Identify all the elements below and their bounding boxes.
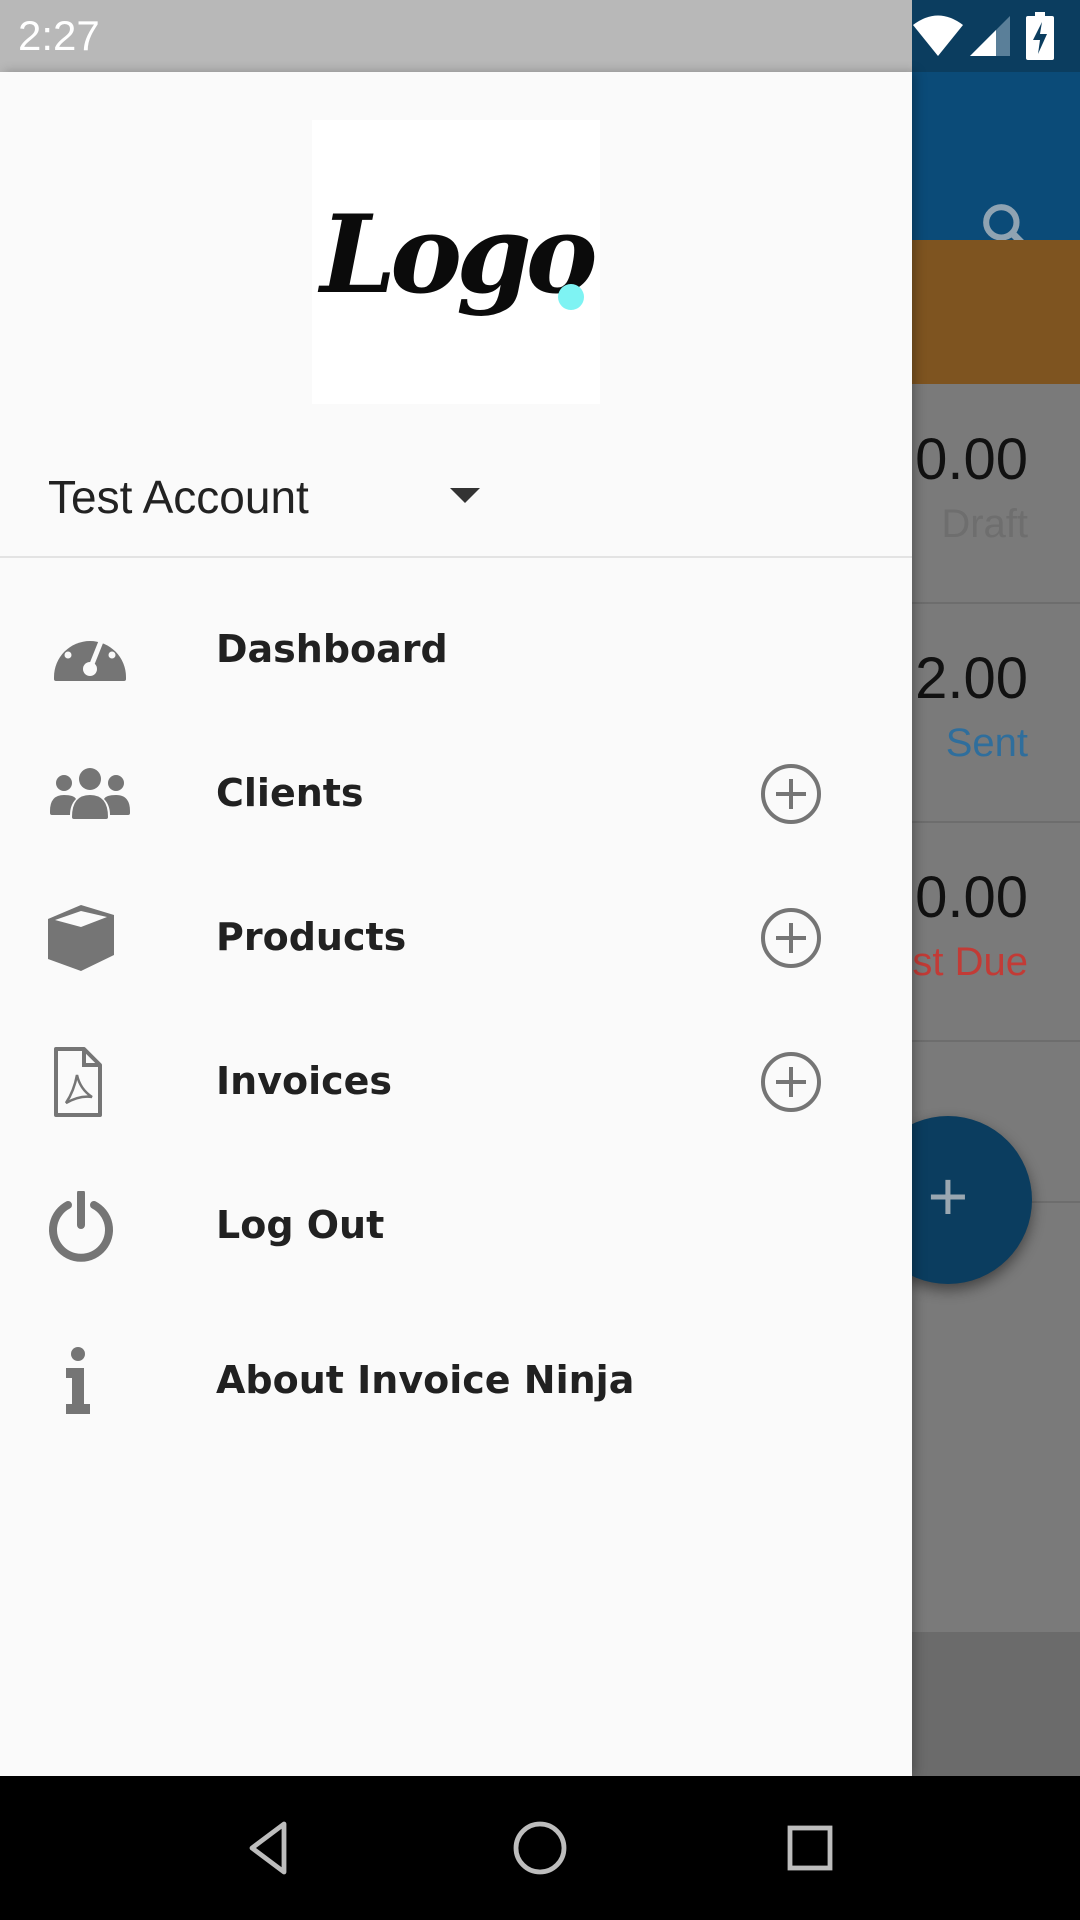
- nav-item-label: Dashboard: [216, 627, 448, 671]
- recents-icon[interactable]: [780, 1818, 840, 1878]
- nav-item-clients[interactable]: Clients: [0, 725, 912, 865]
- cube-icon: [48, 905, 114, 971]
- nav-item-label: Clients: [216, 771, 364, 815]
- nav-item-label: Invoices: [216, 1059, 393, 1103]
- invoice-amount: 0.00: [915, 427, 1028, 492]
- invoice-amount: 0.00: [915, 865, 1028, 930]
- invoice-status: Sent: [945, 721, 1028, 765]
- account-name: Test Account: [48, 471, 309, 523]
- nav-item-logout[interactable]: Log Out: [0, 1157, 912, 1297]
- home-icon[interactable]: [510, 1818, 570, 1878]
- nav-item-label: Log Out: [216, 1203, 385, 1247]
- pdf-file-icon: [54, 1047, 102, 1117]
- back-icon[interactable]: [240, 1818, 300, 1878]
- nav-item-dashboard[interactable]: Dashboard: [0, 581, 912, 721]
- logo-dot: [558, 284, 584, 310]
- invoice-amount: 2.00: [915, 646, 1028, 711]
- company-logo: Logo: [312, 120, 600, 404]
- status-bar: 2:27: [0, 0, 1080, 72]
- nav-item-label: About Invoice Ninja: [216, 1358, 635, 1402]
- status-clock: 2:27: [18, 12, 100, 59]
- nav-item-products[interactable]: Products: [0, 869, 912, 1009]
- signal-icon: [970, 16, 1010, 56]
- dashboard-icon: [54, 627, 126, 681]
- battery-charging-icon: [1026, 12, 1054, 60]
- navigation-drawer: Logo Test Account Dashboard Clients Prod…: [0, 72, 912, 1776]
- system-navigation-bar: [0, 1776, 1080, 1920]
- logo-wordmark: Logo: [320, 192, 598, 318]
- invoice-status: Draft: [941, 502, 1028, 546]
- nav-item-label: Products: [216, 915, 407, 959]
- nav-item-about[interactable]: About Invoice Ninja: [0, 1312, 912, 1452]
- dropdown-caret-icon: [450, 488, 480, 503]
- invoice-status: st Due: [912, 940, 1028, 984]
- power-icon: [49, 1191, 113, 1262]
- add-client-button[interactable]: [760, 763, 822, 825]
- nav-item-invoices[interactable]: Invoices: [0, 1013, 912, 1153]
- account-selector[interactable]: Test Account: [0, 452, 912, 558]
- add-invoice-button[interactable]: [760, 1051, 822, 1113]
- add-product-button[interactable]: [760, 907, 822, 969]
- wifi-icon: [913, 15, 963, 56]
- info-icon: [66, 1347, 90, 1414]
- users-icon: [50, 768, 130, 819]
